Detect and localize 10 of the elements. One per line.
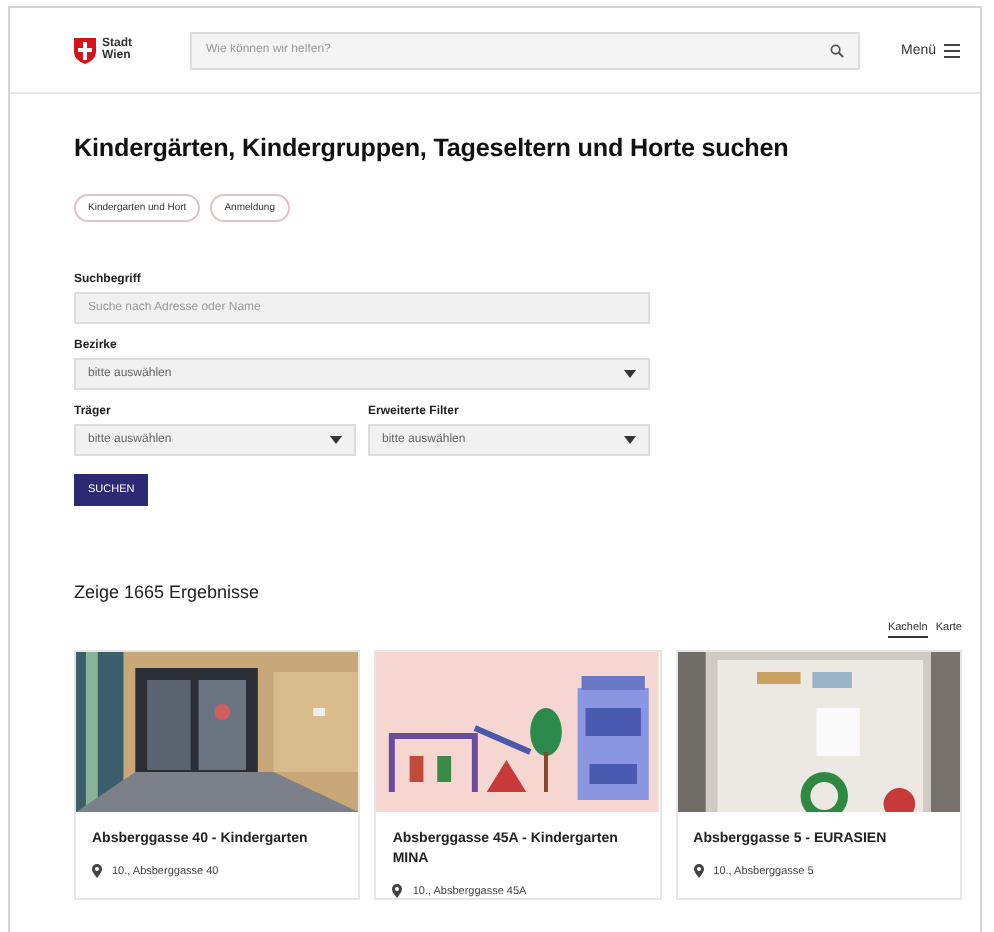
search-icon[interactable] xyxy=(830,43,845,57)
result-count: Zeige 1665 Ergebnisse xyxy=(74,582,262,602)
location-pin-icon xyxy=(693,864,704,878)
shield-logo-icon xyxy=(74,37,96,63)
page-title: Kindergärten, Kindergruppen, Tageseltern und Horte suchen xyxy=(74,134,791,162)
menu-icon xyxy=(944,43,960,57)
caret-icon xyxy=(624,370,636,378)
caret-icon xyxy=(624,436,636,444)
location-pin-icon xyxy=(92,864,102,878)
caret-icon xyxy=(330,436,342,444)
